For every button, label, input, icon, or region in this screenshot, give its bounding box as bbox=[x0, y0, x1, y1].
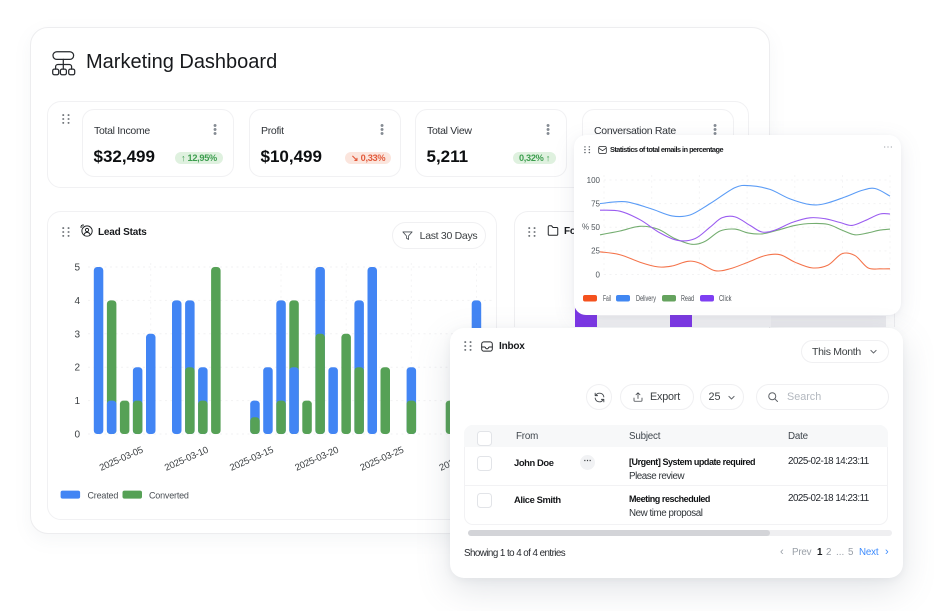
svg-text:25: 25 bbox=[591, 247, 600, 256]
svg-text:100: 100 bbox=[587, 176, 601, 185]
svg-text:75: 75 bbox=[591, 199, 600, 208]
svg-text:5: 5 bbox=[74, 263, 80, 274]
svg-text:2025-03-10: 2025-03-10 bbox=[163, 445, 210, 474]
svg-text:Read: Read bbox=[681, 294, 694, 303]
svg-text:Fail: Fail bbox=[603, 294, 611, 303]
svg-text:0: 0 bbox=[74, 430, 80, 441]
svg-text:Created: Created bbox=[88, 490, 119, 500]
svg-text:2025-03-05: 2025-03-05 bbox=[98, 445, 145, 474]
svg-text:3: 3 bbox=[74, 329, 80, 340]
svg-text:2025-03-25: 2025-03-25 bbox=[358, 445, 405, 474]
svg-text:1: 1 bbox=[74, 396, 80, 407]
svg-text:Click: Click bbox=[719, 294, 732, 303]
svg-text:50: 50 bbox=[591, 223, 600, 232]
svg-text:0: 0 bbox=[596, 270, 601, 279]
svg-text:4: 4 bbox=[74, 296, 80, 307]
svg-text:%: % bbox=[582, 223, 589, 232]
svg-text:2025-03-20: 2025-03-20 bbox=[293, 445, 340, 474]
svg-text:2: 2 bbox=[74, 363, 80, 374]
svg-text:2025-03-15: 2025-03-15 bbox=[228, 445, 275, 474]
svg-text:Delivery: Delivery bbox=[636, 294, 656, 303]
svg-text:Converted: Converted bbox=[149, 490, 189, 500]
